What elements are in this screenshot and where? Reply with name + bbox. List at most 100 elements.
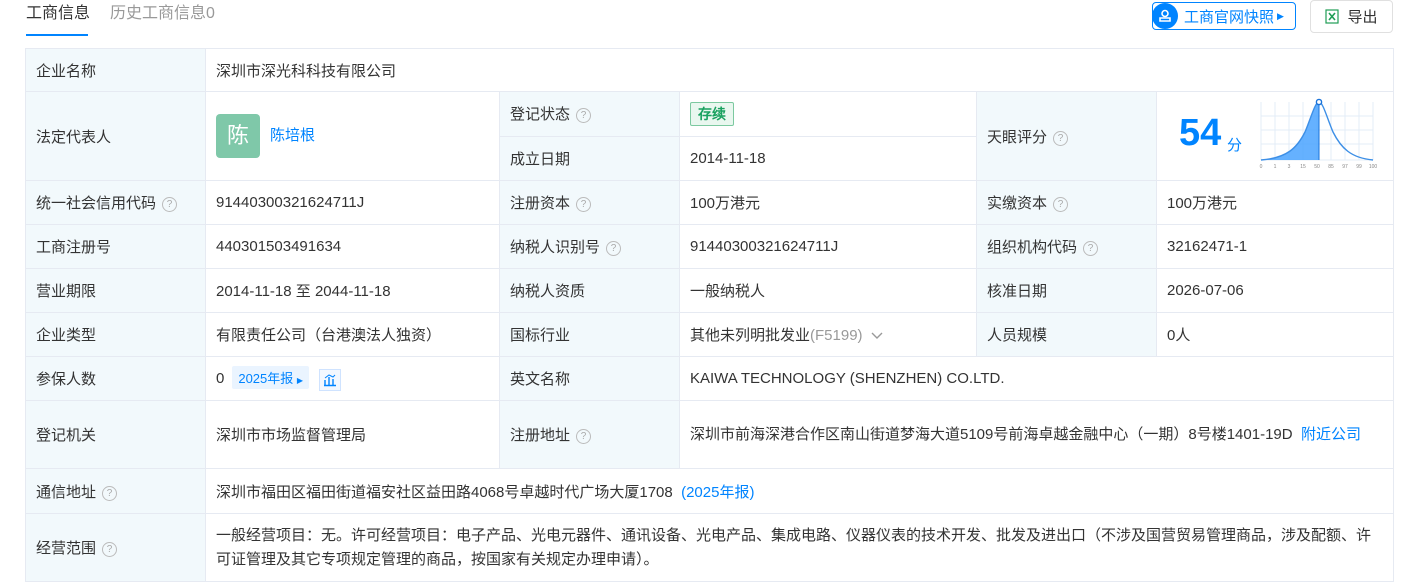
- taxpayer-qual-value: 一般纳税人: [679, 268, 977, 313]
- excel-icon: [1325, 9, 1340, 24]
- table-row: 参保人数 0 2025年报 ▶ 英文名称 KAIWA TECHNOLOGY (SH…: [25, 356, 1394, 401]
- industry-code: (F5199): [810, 327, 863, 344]
- chart-tick: 15: [1300, 164, 1306, 170]
- caret-right-icon: ▶: [296, 376, 304, 386]
- reg-authority-value: 深圳市市场监督管理局: [205, 400, 500, 469]
- company-name-label: 企业名称: [25, 48, 206, 92]
- help-icon[interactable]: ?: [576, 108, 592, 124]
- chevron-down-icon[interactable]: [871, 332, 883, 340]
- credit-code-value: 91440300321624711J: [205, 180, 500, 225]
- insured-cell: 0 2025年报 ▶: [205, 356, 500, 401]
- reg-status-cell: 存续: [679, 91, 977, 137]
- tab-history-business-info[interactable]: 历史工商信息0: [110, 4, 215, 24]
- avatar: 陈: [216, 114, 260, 158]
- chart-tick: 50: [1314, 164, 1320, 170]
- reg-status-label: 登记状态: [510, 106, 571, 124]
- reg-address-label: 注册地址: [510, 427, 571, 444]
- legal-rep-name-link[interactable]: 陈培根: [270, 127, 315, 144]
- business-info-table: 企业名称 深圳市深光科科技有限公司 法定代表人 陈陈培根 登记状态? 存续 天眼…: [25, 48, 1394, 582]
- legal-rep-label: 法定代表人: [25, 91, 206, 181]
- help-icon[interactable]: ?: [576, 429, 592, 444]
- reg-address-cell: 深圳市前海深港合作区南山街道梦海大道5109号前海卓越金融中心（一期）8号楼14…: [679, 400, 1394, 469]
- official-snapshot-label: 工商官网快照: [1184, 8, 1275, 26]
- score-unit: 分: [1227, 137, 1243, 154]
- chart-tick: 100: [1369, 164, 1378, 170]
- table-row: 营业期限 2014-11-18 至 2044-11-18 纳税人资质 一般纳税人…: [25, 268, 1394, 313]
- taxpayer-id-label: 纳税人识别号: [510, 239, 601, 256]
- table-row: 法定代表人 陈陈培根 登记状态? 存续 天眼评分? 54 分 0 1 3 15 …: [25, 91, 1394, 181]
- score-label-cell: 天眼评分?: [976, 91, 1157, 181]
- table-row: 统一社会信用代码? 91440300321624711J 注册资本? 100万港…: [25, 180, 1394, 225]
- industry-cell[interactable]: 其他未列明批发业(F5199): [679, 312, 977, 357]
- biz-reg-no-label: 工商注册号: [25, 224, 206, 269]
- help-icon[interactable]: ?: [102, 542, 118, 557]
- help-icon[interactable]: ?: [102, 485, 118, 501]
- snapshot-stamp-icon: [1152, 3, 1178, 29]
- mail-address-label: 通信地址: [36, 483, 97, 501]
- chart-tick: 99: [1356, 164, 1362, 170]
- help-icon[interactable]: ?: [1053, 197, 1069, 212]
- score-cell[interactable]: 54 分 0 1 3 15 50 85 97 99 100: [1156, 91, 1394, 181]
- company-type-label: 企业类型: [25, 312, 206, 357]
- biz-term-value: 2014-11-18 至 2044-11-18: [205, 268, 500, 313]
- active-tab-indicator: [26, 34, 88, 36]
- legal-rep-cell: 陈陈培根: [205, 91, 500, 181]
- industry-value: 其他未列明批发业: [690, 327, 811, 344]
- staff-size-value: 0人: [1156, 312, 1394, 357]
- help-icon[interactable]: ?: [162, 197, 178, 212]
- company-type-value: 有限责任公司（台港澳法人独资）: [205, 312, 500, 357]
- found-date-label: 成立日期: [499, 135, 680, 181]
- help-icon[interactable]: ?: [1083, 241, 1099, 256]
- mail-annual-report-link[interactable]: (2025年报): [681, 484, 754, 501]
- approve-date-label: 核准日期: [976, 268, 1157, 313]
- export-button[interactable]: 导出: [1310, 0, 1393, 33]
- taxpayer-id-value: 91440300321624711J: [679, 224, 977, 269]
- tab-business-info[interactable]: 工商信息: [26, 4, 90, 24]
- table-row: 通信地址? 深圳市福田区福田街道福安社区益田路4068号卓越时代广场大厦1708…: [25, 468, 1394, 514]
- chart-tick: 85: [1328, 164, 1334, 170]
- found-date-value: 2014-11-18: [679, 135, 977, 181]
- official-snapshot-button[interactable]: 工商官网快照 ▶: [1152, 2, 1296, 30]
- table-row: 企业名称 深圳市深光科科技有限公司: [25, 48, 1394, 92]
- nearby-company-link[interactable]: 附近公司: [1301, 426, 1361, 443]
- help-icon[interactable]: ?: [606, 241, 622, 256]
- biz-term-label: 营业期限: [25, 268, 206, 313]
- staff-size-label: 人员规模: [976, 312, 1157, 357]
- scope-label: 经营范围: [36, 540, 97, 557]
- export-label: 导出: [1347, 9, 1378, 26]
- reg-capital-label-cell: 注册资本?: [499, 180, 680, 225]
- paid-capital-value: 100万港元: [1156, 180, 1394, 225]
- help-icon[interactable]: ?: [1053, 130, 1069, 146]
- score-value: 54: [1179, 112, 1222, 154]
- paid-capital-label: 实缴资本: [987, 195, 1048, 212]
- approve-date-value: 2026-07-06: [1156, 268, 1394, 313]
- scope-label-cell: 经营范围?: [25, 513, 206, 582]
- annual-report-label: 2025年报: [238, 371, 294, 387]
- industry-label: 国标行业: [499, 312, 680, 357]
- reg-status-label-cell: 登记状态?: [499, 91, 680, 137]
- credit-code-label: 统一社会信用代码: [36, 195, 157, 212]
- scope-value: 一般经营项目：无。许可经营项目：电子产品、光电元器件、通讯设备、光电产品、集成电…: [205, 513, 1394, 582]
- org-code-label-cell: 组织机构代码?: [976, 224, 1157, 269]
- english-name-label: 英文名称: [499, 356, 680, 401]
- insured-label: 参保人数: [25, 356, 206, 401]
- taxpayer-id-label-cell: 纳税人识别号?: [499, 224, 680, 269]
- caret-right-icon: ▶: [1277, 10, 1284, 21]
- chart-tick: 3: [1288, 164, 1291, 170]
- paid-capital-label-cell: 实缴资本?: [976, 180, 1157, 225]
- taxpayer-qual-label: 纳税人资质: [499, 268, 680, 313]
- english-name-value: KAIWA TECHNOLOGY (SHENZHEN) CO.LTD.: [679, 356, 1394, 401]
- chart-tick: 97: [1342, 164, 1348, 170]
- reg-authority-label: 登记机关: [25, 400, 206, 469]
- credit-code-label-cell: 统一社会信用代码?: [25, 180, 206, 225]
- score-distribution-chart: 0 1 3 15 50 85 97 99 100: [1260, 98, 1378, 170]
- reg-capital-label: 注册资本: [510, 195, 571, 212]
- status-badge: 存续: [690, 101, 734, 126]
- annual-report-tag[interactable]: 2025年报 ▶: [232, 366, 310, 390]
- insured-value: 0: [216, 370, 225, 388]
- chart-tick: 1: [1274, 164, 1277, 170]
- company-name-value: 深圳市深光科科技有限公司: [205, 48, 1394, 92]
- stats-chart-icon[interactable]: [319, 368, 342, 391]
- table-row: 企业类型 有限责任公司（台港澳法人独资） 国标行业 其他未列明批发业(F5199…: [25, 312, 1394, 357]
- help-icon[interactable]: ?: [576, 197, 592, 212]
